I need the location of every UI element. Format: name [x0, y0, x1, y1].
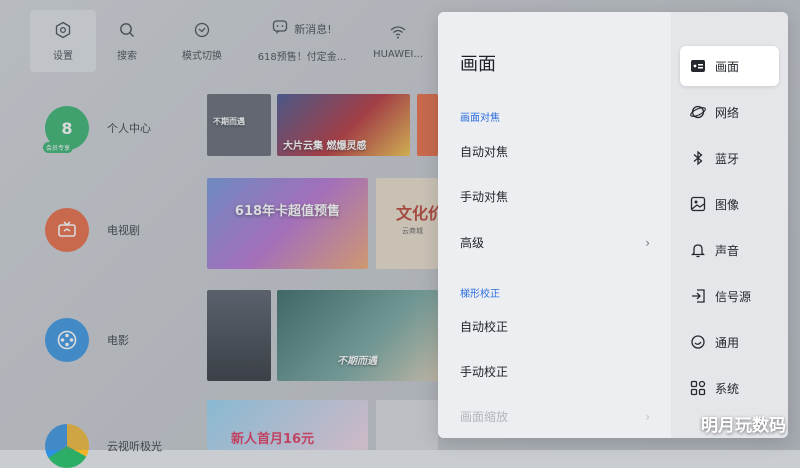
option-manual-correct[interactable]: 手动校正 — [460, 363, 650, 380]
nav-picture[interactable]: 画面 — [680, 46, 779, 86]
bell-icon — [690, 242, 706, 258]
section-keystone: 梯形校正 — [460, 289, 500, 300]
nav-bluetooth[interactable]: 蓝牙 — [680, 138, 779, 178]
picture-icon — [690, 58, 706, 74]
nav-source[interactable]: 信号源 — [680, 276, 779, 316]
image-icon — [690, 196, 706, 212]
nav-general-label: 通用 — [715, 335, 740, 350]
watermark: 明月玩数码 — [701, 416, 786, 436]
section-focus: 画面对焦 — [460, 113, 500, 124]
input-source-icon — [690, 288, 706, 304]
nav-picture-label: 画面 — [715, 59, 740, 74]
nav-bluetooth-label: 蓝牙 — [715, 151, 740, 166]
nav-system-label: 系统 — [715, 381, 740, 396]
option-auto-correct-label: 自动校正 — [460, 320, 509, 334]
nav-image-label: 图像 — [715, 197, 740, 212]
nav-image[interactable]: 图像 — [680, 184, 779, 224]
chevron-right-icon: › — [645, 409, 650, 424]
nav-network[interactable]: 网络 — [680, 92, 779, 132]
option-auto-focus[interactable]: 自动对焦 — [460, 143, 650, 160]
option-picture-zoom[interactable]: 画面缩放 › — [460, 408, 650, 425]
bluetooth-icon — [690, 150, 706, 166]
grid-icon — [690, 380, 706, 396]
option-manual-correct-label: 手动校正 — [460, 365, 509, 379]
nav-source-label: 信号源 — [715, 289, 752, 304]
option-manual-focus[interactable]: 手动对焦 — [460, 188, 650, 205]
option-advanced[interactable]: 高级 › — [460, 234, 650, 251]
nav-network-label: 网络 — [715, 105, 740, 120]
nav-system[interactable]: 系统 — [680, 368, 779, 408]
settings-panel: 画面 画面对焦 自动对焦 手动对焦 高级 › 梯形校正 自动校正 手动校正 画面… — [438, 12, 788, 438]
panel-title: 画面 — [460, 54, 496, 75]
settings-detail-pane: 画面 画面对焦 自动对焦 手动对焦 高级 › 梯形校正 自动校正 手动校正 画面… — [438, 12, 671, 438]
option-auto-correct[interactable]: 自动校正 — [460, 318, 650, 335]
globe-icon — [690, 104, 706, 120]
chevron-right-icon: › — [645, 235, 650, 250]
nav-sound-label: 声音 — [715, 243, 740, 258]
general-icon — [690, 334, 706, 350]
option-picture-zoom-label: 画面缩放 — [460, 410, 509, 424]
option-manual-focus-label: 手动对焦 — [460, 190, 509, 204]
nav-sound[interactable]: 声音 — [680, 230, 779, 270]
nav-general[interactable]: 通用 — [680, 322, 779, 362]
settings-nav: 画面 网络 蓝牙 图像 声音 信号源 通用 系统 — [671, 12, 788, 438]
option-advanced-label: 高级 — [460, 236, 485, 250]
option-auto-focus-label: 自动对焦 — [460, 145, 509, 159]
